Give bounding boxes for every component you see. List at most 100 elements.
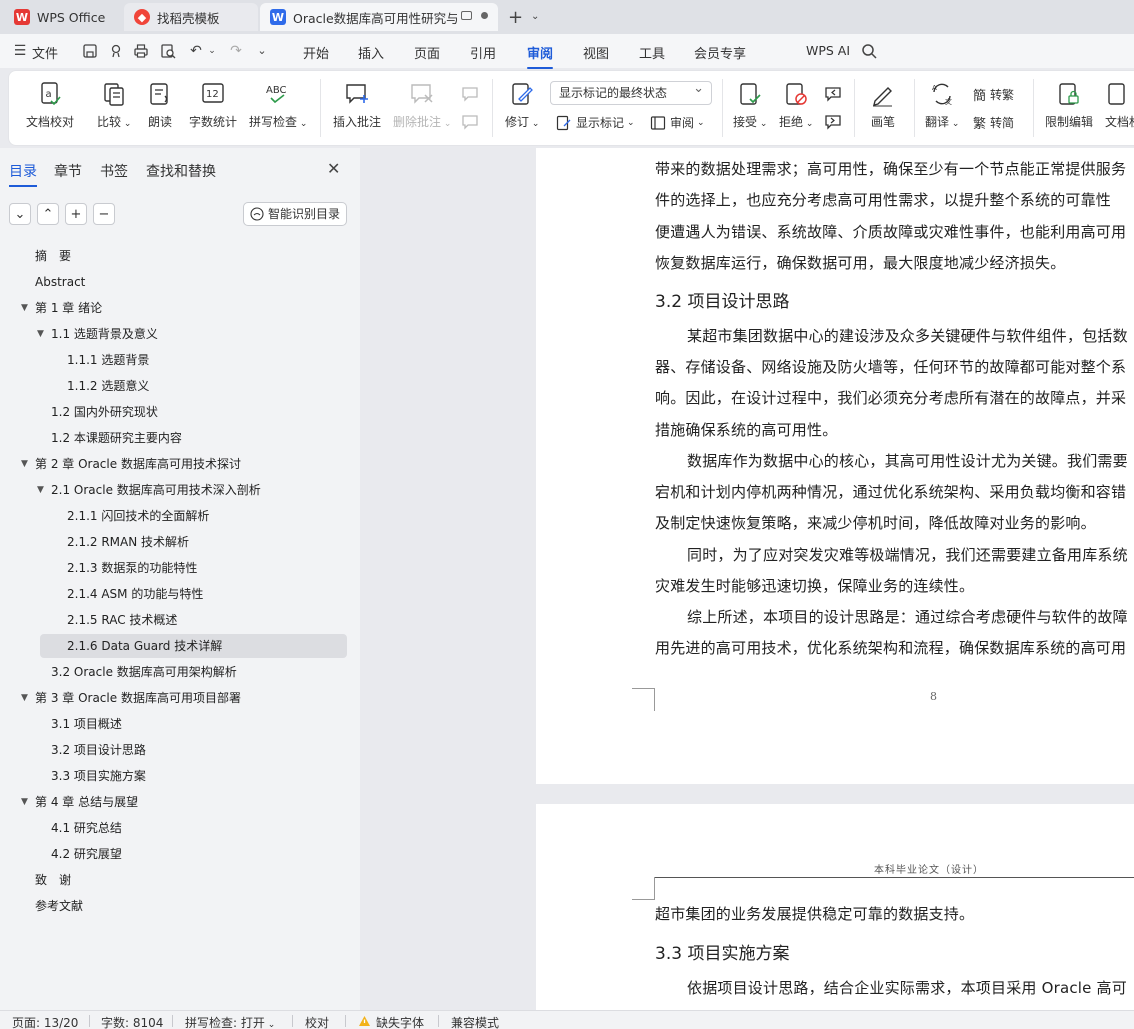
remove-heading-button[interactable]: − (93, 203, 115, 225)
delete-comment-button[interactable]: 删除批注 ⌄ (393, 81, 451, 130)
toc-item[interactable]: 2.1.5 RAC 技术概述 (67, 608, 177, 632)
prev-comment-icon[interactable] (461, 85, 479, 103)
to-simplified-button[interactable]: 繁转简 (973, 113, 1014, 132)
revise-button[interactable]: 修订 ⌄ (505, 81, 539, 130)
toc-item[interactable]: 2.1.4 ASM 的功能与特性 (67, 582, 203, 606)
tab-toc[interactable]: 目录 (9, 161, 37, 187)
print-icon[interactable] (133, 43, 149, 59)
tab-wps-office[interactable]: W WPS Office (4, 3, 118, 31)
menu-page[interactable]: 页面 (414, 43, 440, 62)
undo-icon[interactable]: ↶ (188, 43, 204, 59)
document-rights-button[interactable]: 文档权 (1105, 81, 1134, 130)
unsaved-dot-icon[interactable] (481, 12, 488, 19)
menu-insert[interactable]: 插入 (358, 43, 384, 62)
document-page[interactable]: 本科毕业论文（设计） 超市集团的业务发展提供稳定可靠的数据支持。 3.3 项目实… (536, 804, 1134, 1010)
doc-check-button[interactable]: a 文档校对 (26, 81, 74, 130)
menu-tools[interactable]: 工具 (639, 43, 665, 62)
insert-comment-button[interactable]: 插入批注 (333, 81, 381, 130)
word-count-button[interactable]: 12 字数统计 (189, 81, 237, 130)
toc-item[interactable]: 1.2 国内外研究现状 (51, 400, 158, 424)
toc-item[interactable]: 摘 要 (35, 244, 71, 268)
undo-dropdown-icon[interactable]: ⌄ (204, 43, 220, 59)
toc-item[interactable]: ▼ 第 3 章 Oracle 数据库高可用项目部署 (21, 686, 241, 710)
pen-button[interactable]: 画笔 (870, 81, 896, 130)
monitor-icon[interactable] (461, 11, 472, 20)
toc-item[interactable]: 3.3 项目实施方案 (51, 764, 146, 788)
chevron-down-icon[interactable]: ⌄ (531, 11, 539, 22)
word-count-indicator[interactable]: 字数: 8104 (101, 1014, 163, 1029)
expand-arrow-icon[interactable]: ▼ (21, 790, 28, 814)
search-icon[interactable] (861, 43, 877, 59)
toc-item[interactable]: ▼ 第 1 章 绪论 (21, 296, 102, 320)
toc-item[interactable]: 1.1.2 选题意义 (67, 374, 149, 398)
tab-find-replace[interactable]: 查找和替换 (146, 161, 216, 181)
toc-item[interactable]: ▼ 1.1 选题背景及意义 (37, 322, 158, 346)
menu-file[interactable]: 文件 (32, 43, 58, 62)
toc-item[interactable]: 1.1.1 选题背景 (67, 348, 149, 372)
toc-item[interactable]: 2.1.2 RMAN 技术解析 (67, 530, 189, 554)
menu-wps-ai[interactable]: WPS AI (806, 43, 850, 58)
print-preview-icon[interactable] (160, 43, 176, 59)
missing-font-indicator[interactable]: 缺失字体 (376, 1014, 424, 1029)
toc-item[interactable]: Abstract (35, 270, 85, 294)
expand-arrow-icon[interactable]: ▼ (37, 478, 44, 502)
toc-item[interactable]: ▼ 2.1 Oracle 数据库高可用技术深入剖析 (37, 478, 261, 502)
toc-item[interactable]: 1.2 本课题研究主要内容 (51, 426, 182, 450)
toc-item[interactable]: ▼ 第 4 章 总结与展望 (21, 790, 138, 814)
tab-sections[interactable]: 章节 (54, 161, 82, 181)
read-aloud-button[interactable]: 朗读 (147, 81, 173, 130)
toc-item[interactable]: 致 谢 (35, 868, 71, 892)
menu-view[interactable]: 视图 (583, 43, 609, 62)
toc-item[interactable]: 3.2 项目设计思路 (51, 738, 146, 762)
spell-check-button[interactable]: ABC 拼写检查 ⌄ (249, 81, 307, 130)
toc-item[interactable]: 2.1.3 数据泵的功能特性 (67, 556, 197, 580)
toc-item[interactable]: 3.1 项目概述 (51, 712, 122, 736)
toc-item[interactable]: 4.1 研究总结 (51, 816, 122, 840)
toc-item[interactable]: ▼ 第 2 章 Oracle 数据库高可用技术探讨 (21, 452, 241, 476)
expand-arrow-icon[interactable]: ▼ (37, 322, 44, 346)
save-icon[interactable] (82, 43, 98, 59)
toc-item[interactable]: 2.1.1 闪回技术的全面解析 (67, 504, 209, 528)
more-dropdown-icon[interactable]: ⌄ (254, 43, 270, 59)
prev-change-icon[interactable] (824, 85, 842, 103)
smart-toc-button[interactable]: 智能识别目录 (243, 202, 347, 226)
toc-item[interactable]: 2.1.6 Data Guard 技术详解 (67, 634, 222, 658)
markup-mode-select[interactable]: 显示标记的最终状态 (550, 78, 712, 105)
tab-bookmarks[interactable]: 书签 (100, 161, 128, 181)
collapse-all-button[interactable]: ⌃ (37, 203, 59, 225)
add-heading-button[interactable]: + (65, 203, 87, 225)
reject-button[interactable]: 拒绝 ⌄ (779, 81, 813, 130)
close-icon[interactable]: ✕ (327, 159, 340, 178)
to-traditional-button[interactable]: 簡转繁 (973, 85, 1014, 104)
expand-arrow-icon[interactable]: ▼ (21, 686, 28, 710)
show-markup-button[interactable]: 显示标记 ⌄ (556, 114, 635, 131)
next-comment-icon[interactable] (461, 113, 479, 131)
hamburger-icon[interactable]: ☰ (12, 43, 28, 59)
review-pane-button[interactable]: 审阅 ⌄ (650, 114, 705, 131)
expand-all-button[interactable]: ⌄ (9, 203, 31, 225)
restrict-edit-button[interactable]: 限制编辑 (1045, 81, 1093, 130)
tab-daoke-templates[interactable]: ◆ 找稻壳模板 (124, 3, 258, 31)
expand-arrow-icon[interactable]: ▼ (21, 452, 28, 476)
share-icon[interactable] (108, 43, 124, 59)
menu-start[interactable]: 开始 (303, 43, 329, 62)
document-canvas[interactable]: 带来的数据处理需求；高可用性，确保至少有一个节点能正常提供服务 件的选择上，也应… (360, 148, 1134, 1010)
accept-button[interactable]: 接受 ⌄ (733, 81, 767, 130)
proofread-indicator[interactable]: 校对 (305, 1014, 329, 1029)
tab-document[interactable]: W Oracle数据库高可用性研究与 (260, 3, 498, 31)
toc-item[interactable]: 3.2 Oracle 数据库高可用架构解析 (51, 660, 237, 684)
menu-review[interactable]: 审阅 (527, 43, 554, 69)
new-tab-plus-icon[interactable]: + (508, 7, 523, 28)
expand-arrow-icon[interactable]: ▼ (21, 296, 28, 320)
next-change-icon[interactable] (824, 113, 842, 131)
page-indicator[interactable]: 页面: 13/20 (12, 1014, 78, 1029)
translate-button[interactable]: A文 翻译 ⌄ (925, 81, 959, 130)
redo-icon[interactable]: ↷ (228, 43, 244, 59)
spell-check-indicator[interactable]: 拼写检查: 打开 ⌄ (185, 1014, 275, 1029)
toc-item[interactable]: 参考文献 (35, 894, 83, 918)
toc-item[interactable]: 4.2 研究展望 (51, 842, 122, 866)
menu-member[interactable]: 会员专享 (694, 43, 746, 62)
document-page[interactable]: 带来的数据处理需求；高可用性，确保至少有一个节点能正常提供服务 件的选择上，也应… (536, 148, 1134, 784)
compare-button[interactable]: 比较 ⌄ (97, 81, 131, 130)
menu-reference[interactable]: 引用 (470, 43, 496, 62)
